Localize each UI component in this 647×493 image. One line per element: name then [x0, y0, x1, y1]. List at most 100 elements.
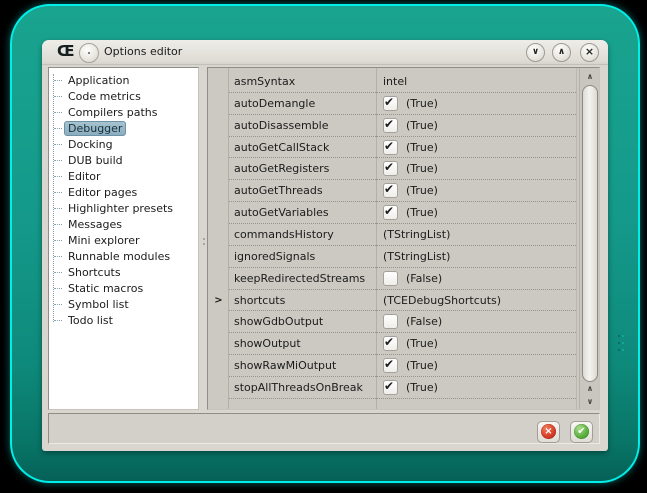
sidebar-item-label: DUB build [64, 153, 127, 168]
close-button[interactable]: × [580, 43, 599, 62]
grid-scrollbar[interactable]: ∧ ∧ ∨ [579, 68, 600, 409]
property-value: (False) [376, 311, 576, 333]
checkbox-checked-icon[interactable] [383, 183, 398, 198]
footer-panel [48, 413, 600, 444]
tree-branch-icon [54, 96, 62, 97]
options-editor-dialog: Œ Options editor ∨ ∧ × ApplicationCode m… [42, 40, 608, 451]
sidebar-item-dub-build[interactable]: DUB build [49, 152, 198, 168]
grid-row-stopallthreadsonbreak[interactable]: stopAllThreadsOnBreak(True) [208, 377, 576, 399]
grid-row-commandshistory[interactable]: commandsHistory(TStringList) [208, 224, 576, 246]
scroll-up-icon[interactable]: ∧ [580, 70, 600, 84]
unshade-button[interactable]: ∧ [552, 43, 571, 62]
sidebar-item-application[interactable]: Application [49, 72, 198, 88]
property-name: autoGetRegisters [229, 158, 376, 180]
property-value-text: (TStringList) [383, 228, 450, 241]
property-value-text: (True) [406, 97, 438, 110]
ok-check-icon: ✔ [574, 424, 589, 439]
row-selection-marker: > [208, 290, 229, 312]
checkbox-checked-icon[interactable] [383, 140, 398, 155]
panel-splitter[interactable] [200, 67, 207, 410]
desktop-background: Œ Options editor ∨ ∧ × ApplicationCode m… [0, 0, 647, 493]
grid-row-autodemangle[interactable]: autoDemangle(True) [208, 93, 576, 115]
shade-button[interactable]: ∨ [526, 43, 545, 62]
sidebar-item-mini-explorer[interactable]: Mini explorer [49, 232, 198, 248]
scrollbar-thumb[interactable] [582, 85, 598, 382]
checkbox-unchecked-icon[interactable] [383, 271, 398, 286]
titlebar[interactable]: Œ Options editor ∨ ∧ × [42, 40, 608, 65]
grid-row-autogetvariables[interactable]: autoGetVariables(True) [208, 202, 576, 224]
grid-row-keepredirectedstreams[interactable]: keepRedirectedStreams (False) [208, 268, 576, 290]
sidebar-item-label: Compilers paths [64, 105, 161, 120]
property-value: (True) [376, 377, 576, 399]
sidebar-item-editor-pages[interactable]: Editor pages [49, 184, 198, 200]
sidebar-tree: ApplicationCode metricsCompilers pathsDe… [49, 68, 198, 328]
row-selection-marker [208, 246, 229, 268]
tree-branch-icon [54, 112, 62, 113]
property-grid: asmSyntaxintelautoDemangle(True)autoDisa… [207, 67, 600, 410]
property-name: autoGetThreads [229, 180, 376, 202]
sidebar-item-symbol-list[interactable]: Symbol list [49, 296, 198, 312]
row-selection-marker [208, 202, 229, 224]
sidebar-item-label: Messages [64, 217, 126, 232]
tree-branch-icon [54, 240, 62, 241]
row-selection-marker [208, 311, 229, 333]
row-selection-marker [208, 93, 229, 115]
scroll-up-icon[interactable]: ∧ [580, 382, 600, 396]
sidebar-item-shortcuts[interactable]: Shortcuts [49, 264, 198, 280]
row-selection-marker [208, 180, 229, 202]
grid-row-showgdboutput[interactable]: showGdbOutput(False) [208, 311, 576, 333]
grid-row-autogetthreads[interactable]: autoGetThreads(True) [208, 180, 576, 202]
grid-row-ignoredsignals[interactable]: ignoredSignals(TStringList) [208, 246, 576, 268]
grid-row-autodisassemble[interactable]: autoDisassemble(True) [208, 115, 576, 137]
grid-row-autogetcallstack[interactable]: autoGetCallStack(True) [208, 137, 576, 159]
sidebar-item-code-metrics[interactable]: Code metrics [49, 88, 198, 104]
tree-branch-icon [54, 256, 62, 257]
sidebar-item-messages[interactable]: Messages [49, 216, 198, 232]
tree-branch-icon [54, 128, 62, 129]
sidebar-item-editor[interactable]: Editor [49, 168, 198, 184]
row-selection-marker [208, 268, 229, 290]
sidebar-item-label: Application [64, 73, 133, 88]
property-name: autoGetCallStack [229, 137, 376, 159]
sidebar-item-debugger[interactable]: Debugger [49, 120, 198, 136]
grid-row-shortcuts[interactable]: >shortcuts(TCEDebugShortcuts) [208, 290, 576, 312]
ok-button[interactable]: ✔ [570, 421, 593, 443]
checkbox-checked-icon[interactable] [383, 205, 398, 220]
scroll-down-icon[interactable]: ∨ [580, 395, 600, 409]
property-value-text: (True) [406, 337, 438, 350]
property-value: (True) [376, 137, 576, 159]
sidebar-item-static-macros[interactable]: Static macros [49, 280, 198, 296]
property-value-text: (False) [406, 315, 442, 328]
tree-branch-icon [54, 224, 62, 225]
grid-rows: asmSyntaxintelautoDemangle(True)autoDisa… [208, 71, 576, 399]
checkbox-checked-icon[interactable] [383, 96, 398, 111]
sidebar-item-highlighter-presets[interactable]: Highlighter presets [49, 200, 198, 216]
checkbox-checked-icon[interactable] [383, 380, 398, 395]
sidebar-item-runnable-modules[interactable]: Runnable modules [49, 248, 198, 264]
checkbox-checked-icon[interactable] [383, 118, 398, 133]
grid-row-showoutput[interactable]: showOutput(True) [208, 333, 576, 355]
property-value: (False) [376, 268, 576, 290]
property-name: keepRedirectedStreams [229, 268, 376, 290]
tree-branch-icon [54, 176, 62, 177]
property-value: (True) [376, 202, 576, 224]
sidebar-item-docking[interactable]: Docking [49, 136, 198, 152]
sidebar-item-compilers-paths[interactable]: Compilers paths [49, 104, 198, 120]
sidebar-item-label: Shortcuts [64, 265, 125, 280]
grid-row-asmsyntax[interactable]: asmSyntaxintel [208, 71, 576, 93]
grid-row-showrawmioutput[interactable]: showRawMiOutput(True) [208, 355, 576, 377]
checkbox-checked-icon[interactable] [383, 161, 398, 176]
property-value-text: (False) [406, 272, 442, 285]
tree-branch-icon [54, 192, 62, 193]
sidebar-item-label: Symbol list [64, 297, 133, 312]
checkbox-checked-icon[interactable] [383, 358, 398, 373]
window-title: Options editor [104, 45, 182, 58]
checkbox-checked-icon[interactable] [383, 336, 398, 351]
cancel-button[interactable]: × [537, 421, 560, 443]
sidebar-item-label: Code metrics [64, 89, 145, 104]
grid-row-autogetregisters[interactable]: autoGetRegisters(True) [208, 158, 576, 180]
window-menu-button[interactable] [79, 43, 99, 63]
app-logo-icon: Œ [57, 42, 74, 60]
checkbox-unchecked-icon[interactable] [383, 314, 398, 329]
sidebar-item-todo-list[interactable]: Todo list [49, 312, 198, 328]
